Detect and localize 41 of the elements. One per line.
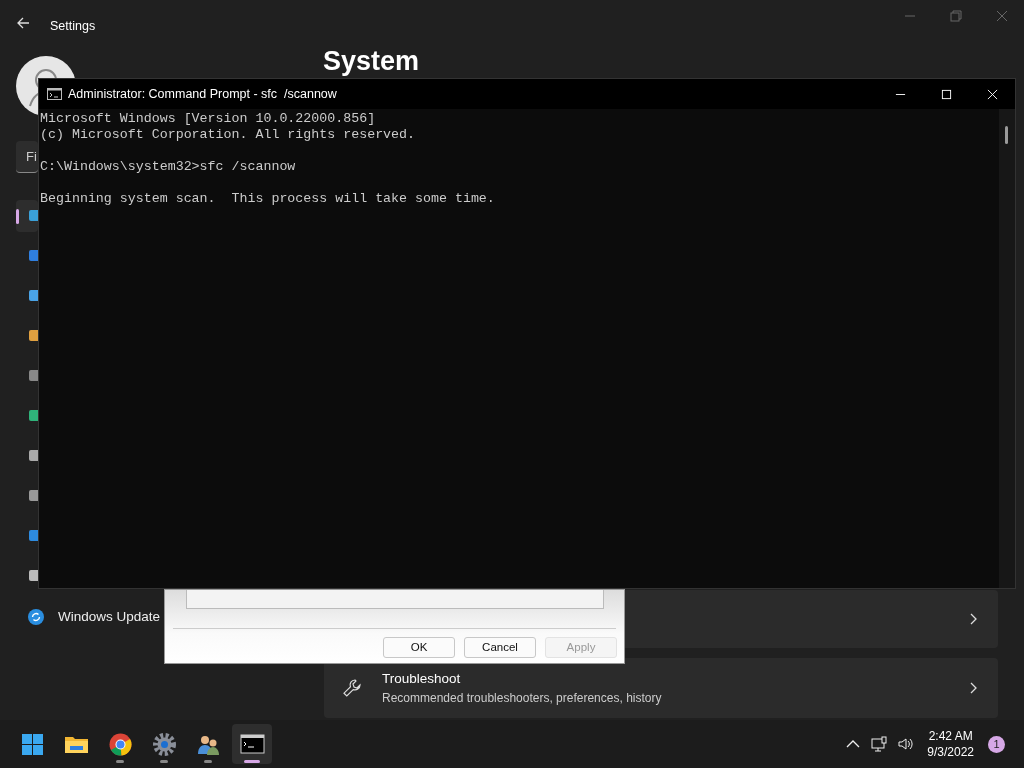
sidebar-item[interactable] [16,200,38,232]
card-title: Troubleshoot [382,669,462,688]
settings-category-icon [28,488,38,504]
settings-category-icon [28,208,38,224]
start-icon [19,731,45,757]
settings-category-icon [28,288,38,304]
settings-category-icon [28,328,38,344]
console-icon [239,731,265,757]
settings-category-icon [28,368,38,384]
back-arrow-icon[interactable] [16,16,30,30]
wrench-icon [342,678,362,698]
chevron-icon [970,682,978,694]
settings-category-icon [28,568,38,584]
taskbar-app[interactable] [232,724,272,764]
dialog-button[interactable]: Cancel [464,637,536,658]
search-field[interactable]: Fi [16,141,38,173]
notification-badge[interactable]: 1 [988,735,1005,753]
settings-category-icon [28,448,38,464]
sidebar-item[interactable]: Windows Update [16,601,166,633]
sidebar-label: Windows Update [58,607,161,626]
page-title: System [323,48,420,75]
console-icon [47,88,62,100]
browser-icon [107,731,133,757]
card-subtitle: Recommended troubleshooters, preferences, history [382,690,662,708]
clock-time[interactable]: 2:42 AM [927,728,974,744]
settings-category-icon [28,528,38,544]
speaker-icon[interactable] [897,736,914,752]
refresh-icon [28,609,44,625]
dialog-button[interactable]: OK [383,637,455,658]
window-title: Administrator: Command Prompt - sfc /scannow [68,85,337,103]
close-icon[interactable] [996,10,1008,22]
network-icon[interactable] [871,736,888,752]
settings-category-icon [28,408,38,424]
gear-icon [151,731,177,757]
scrollbar[interactable] [999,109,1015,588]
chevron-icon [970,613,978,625]
console-output: Microsoft Windows [Version 10.0.22000.856] (c) Microsoft Corporation. All rights reserved. C:\Windows\system32>sfc /scannow Beginning system scan. This process will take some time. [39,110,496,207]
clock-date[interactable]: 9/3/2022 [927,744,974,760]
settings-category-icon [28,248,38,264]
settings-card[interactable]: Troubleshoot Recommended troubleshooters, preferences, history [324,658,998,718]
window-title: Settings [50,18,96,35]
